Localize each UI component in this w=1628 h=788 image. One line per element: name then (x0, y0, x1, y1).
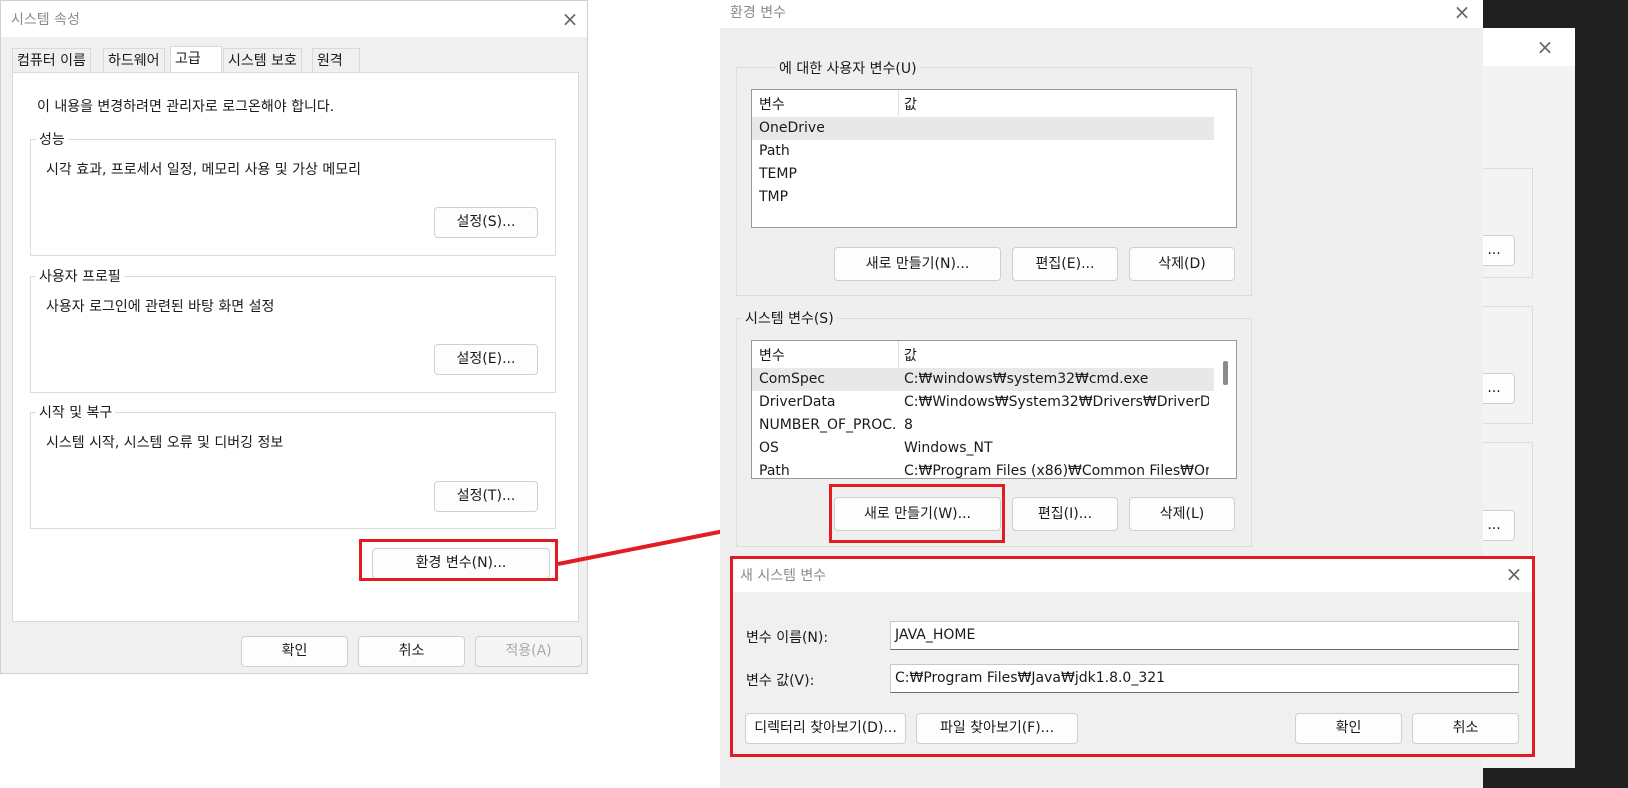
variable-name: OneDrive (759, 120, 825, 136)
apply-button[interactable]: 적용(A) (475, 636, 582, 667)
performance-settings-button[interactable]: 설정(S)... (434, 207, 538, 238)
tab-system-protection[interactable]: 시스템 보호 (223, 48, 302, 73)
variable-name: Path (759, 463, 790, 479)
variable-name: ComSpec (759, 371, 826, 387)
dialog-title: 환경 변수 (730, 5, 786, 21)
highlight-system-new-button (829, 484, 1005, 543)
env-titlebar: 환경 변수 × (720, 0, 1483, 28)
close-icon[interactable]: × (556, 5, 584, 33)
user-variables-list[interactable]: 변수 값 OneDrive Path TEMP TMP (751, 89, 1237, 228)
group-label-user-profile: 사용자 프로필 (36, 266, 124, 286)
user-delete-button[interactable]: 삭제(D) (1129, 247, 1235, 281)
list-item[interactable]: Path (752, 140, 1236, 163)
variable-value: Windows_NT (904, 440, 993, 456)
user-edit-button[interactable]: 편집(E)... (1012, 247, 1118, 281)
column-header-value[interactable]: 값 (904, 94, 917, 114)
variable-name: TMP (759, 189, 789, 205)
variable-name: NUMBER_OF_PROC... (759, 417, 897, 433)
dialog-title: 시스템 속성 (11, 12, 80, 28)
group-label-performance: 성능 (36, 129, 68, 149)
variable-name: OS (759, 440, 779, 456)
column-divider (898, 341, 899, 367)
list-item[interactable]: OS Windows_NT (752, 437, 1214, 460)
system-variables-list[interactable]: 변수 값 ComSpec C:₩windows₩system32₩cmd.exe… (751, 340, 1237, 479)
tab-computer-name[interactable]: 컴퓨터 이름 (12, 48, 91, 73)
column-divider (898, 90, 899, 116)
scrollbar-thumb[interactable] (1223, 361, 1228, 385)
system-properties-titlebar: 시스템 속성 × (1, 1, 587, 37)
group-desc-performance: 시각 효과, 프로세서 일정, 메모리 사용 및 가상 메모리 (46, 162, 361, 178)
group-desc-user-profile: 사용자 로그인에 관련된 바탕 화면 설정 (46, 299, 275, 315)
variable-value: 8 (904, 417, 913, 433)
list-item[interactable]: NUMBER_OF_PROC... 8 (752, 414, 1214, 437)
tab-advanced[interactable]: 고급 (170, 46, 222, 73)
list-item[interactable]: Path C:₩Program Files (x86)₩Common Files… (752, 460, 1214, 479)
startup-recovery-settings-button[interactable]: 설정(T)... (434, 481, 538, 512)
list-item[interactable]: TMP (752, 186, 1236, 209)
list-item[interactable]: TEMP (752, 163, 1236, 186)
list-item[interactable]: OneDrive (752, 117, 1214, 140)
tab-remote[interactable]: 원격 (312, 48, 360, 73)
group-desc-startup-recovery: 시스템 시작, 시스템 오류 및 디버깅 정보 (46, 435, 284, 451)
close-icon[interactable]: × (1448, 0, 1476, 26)
list-header: 변수 값 (752, 341, 1236, 367)
group-label-startup-recovery: 시작 및 복구 (36, 402, 116, 422)
highlight-new-variable-dialog (730, 556, 1535, 757)
admin-note: 이 내용을 변경하려면 관리자로 로그온해야 합니다. (37, 99, 335, 115)
variable-value: C:₩Windows₩System32₩Drivers₩DriverData (904, 394, 1209, 410)
list-item[interactable]: DriverData C:₩Windows₩System32₩Drivers₩D… (752, 391, 1214, 414)
list-header: 변수 값 (752, 90, 1236, 116)
variable-name: DriverData (759, 394, 836, 410)
system-delete-button[interactable]: 삭제(L) (1129, 497, 1235, 531)
system-edit-button[interactable]: 편집(I)... (1012, 497, 1118, 531)
variable-name: Path (759, 143, 790, 159)
variable-name: TEMP (759, 166, 797, 182)
ok-button[interactable]: 확인 (241, 636, 348, 667)
variable-value: C:₩windows₩system32₩cmd.exe (904, 371, 1149, 387)
group-user-profile (30, 276, 556, 393)
group-label-user-variables: 에 대한 사용자 변수(U) (776, 58, 920, 78)
group-label-system-variables: 시스템 변수(S) (742, 308, 837, 328)
column-header-variable[interactable]: 변수 (759, 345, 785, 365)
column-header-variable[interactable]: 변수 (759, 94, 785, 114)
variable-value: C:₩Program Files (x86)₩Common Files₩Orac… (904, 463, 1209, 479)
user-profile-settings-button[interactable]: 설정(E)... (434, 344, 538, 375)
highlight-env-button (359, 539, 558, 581)
user-new-button[interactable]: 새로 만들기(N)... (834, 247, 1001, 281)
close-icon[interactable]: × (1531, 33, 1559, 61)
list-item[interactable]: ComSpec C:₩windows₩system32₩cmd.exe (752, 368, 1214, 391)
background-dialog-titlebar (1483, 28, 1575, 66)
tab-hardware[interactable]: 하드웨어 (103, 48, 165, 73)
group-performance (30, 139, 556, 256)
column-header-value[interactable]: 값 (904, 345, 917, 365)
cancel-button[interactable]: 취소 (358, 636, 465, 667)
